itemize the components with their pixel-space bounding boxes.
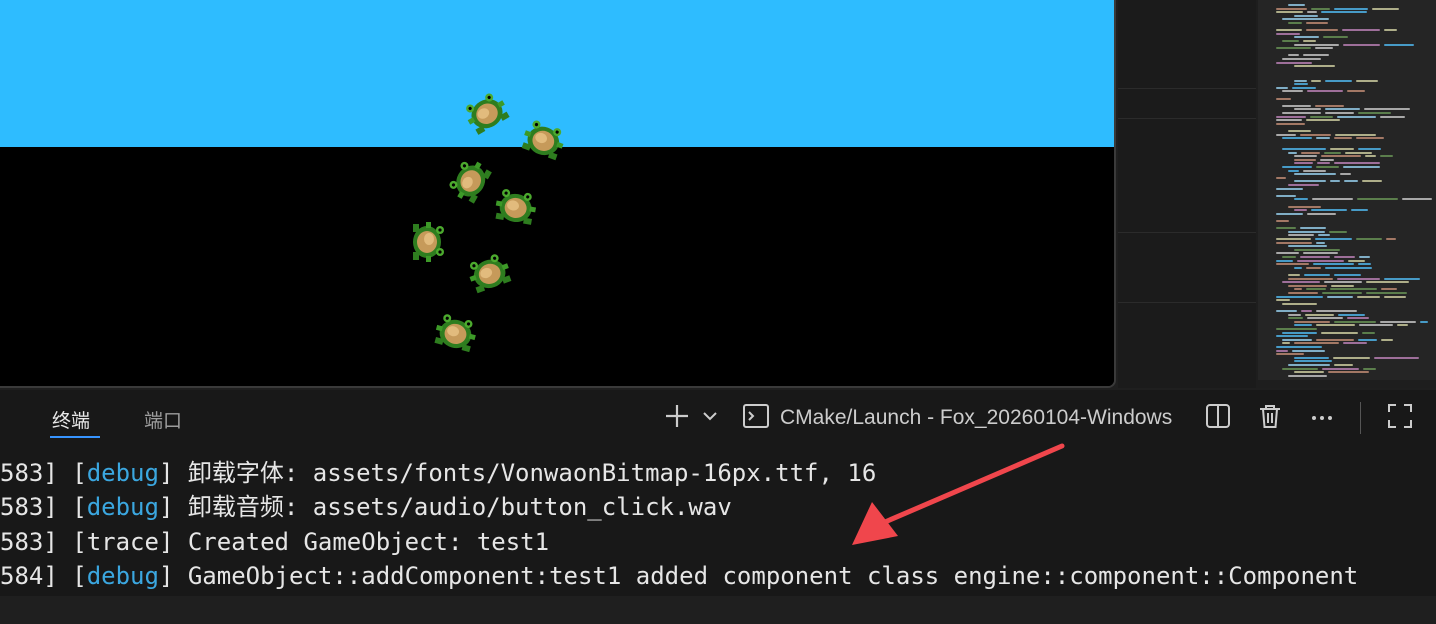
split-icon[interactable] (1202, 402, 1234, 439)
terminal-line: 583] [trace] Created GameObject: test1 (0, 528, 550, 556)
terminal-title[interactable]: CMake/Launch - Fox_20260104-Windows (780, 406, 1172, 430)
tab-ports[interactable]: 端口 (144, 406, 182, 433)
log-level: debug (86, 493, 159, 521)
game-ground (0, 147, 1114, 386)
log-level: trace (86, 528, 159, 556)
trash-icon[interactable] (1254, 402, 1286, 439)
header-separator (1360, 402, 1361, 434)
game-window (0, 0, 1116, 388)
editor-gutter (1118, 0, 1256, 388)
frog-sprite (488, 178, 544, 234)
log-level: debug (86, 459, 159, 487)
chevron-down-icon[interactable] (698, 402, 722, 439)
terminal-icon (740, 402, 772, 439)
panel-header: ​ 终端 端口 CMake/Launch - Fox_20260104-Wind… (0, 390, 1436, 446)
bottom-panel: ​ 终端 端口 CMake/Launch - Fox_20260104-Wind… (0, 390, 1436, 596)
minimap-slider[interactable] (1258, 0, 1436, 380)
active-tab-indicator (50, 436, 100, 438)
terminal-output[interactable]: 583] [debug] 卸载字体: assets/fonts/VonwaonB… (0, 456, 1436, 596)
terminal-line: 583] [debug] 卸载音频: assets/audio/button_c… (0, 493, 732, 521)
tab-terminal[interactable]: 终端 (52, 406, 90, 433)
terminal-line: 583] [debug] 卸载字体: assets/fonts/VonwaonB… (0, 459, 877, 487)
more-icon[interactable] (1306, 402, 1338, 439)
maximize-icon[interactable] (1384, 402, 1416, 439)
terminal-line: 584] [debug] GameObject::addComponent:te… (0, 562, 1359, 590)
log-level: debug (86, 562, 159, 590)
frog-sprite (405, 218, 453, 266)
plus-icon[interactable] (660, 402, 694, 439)
